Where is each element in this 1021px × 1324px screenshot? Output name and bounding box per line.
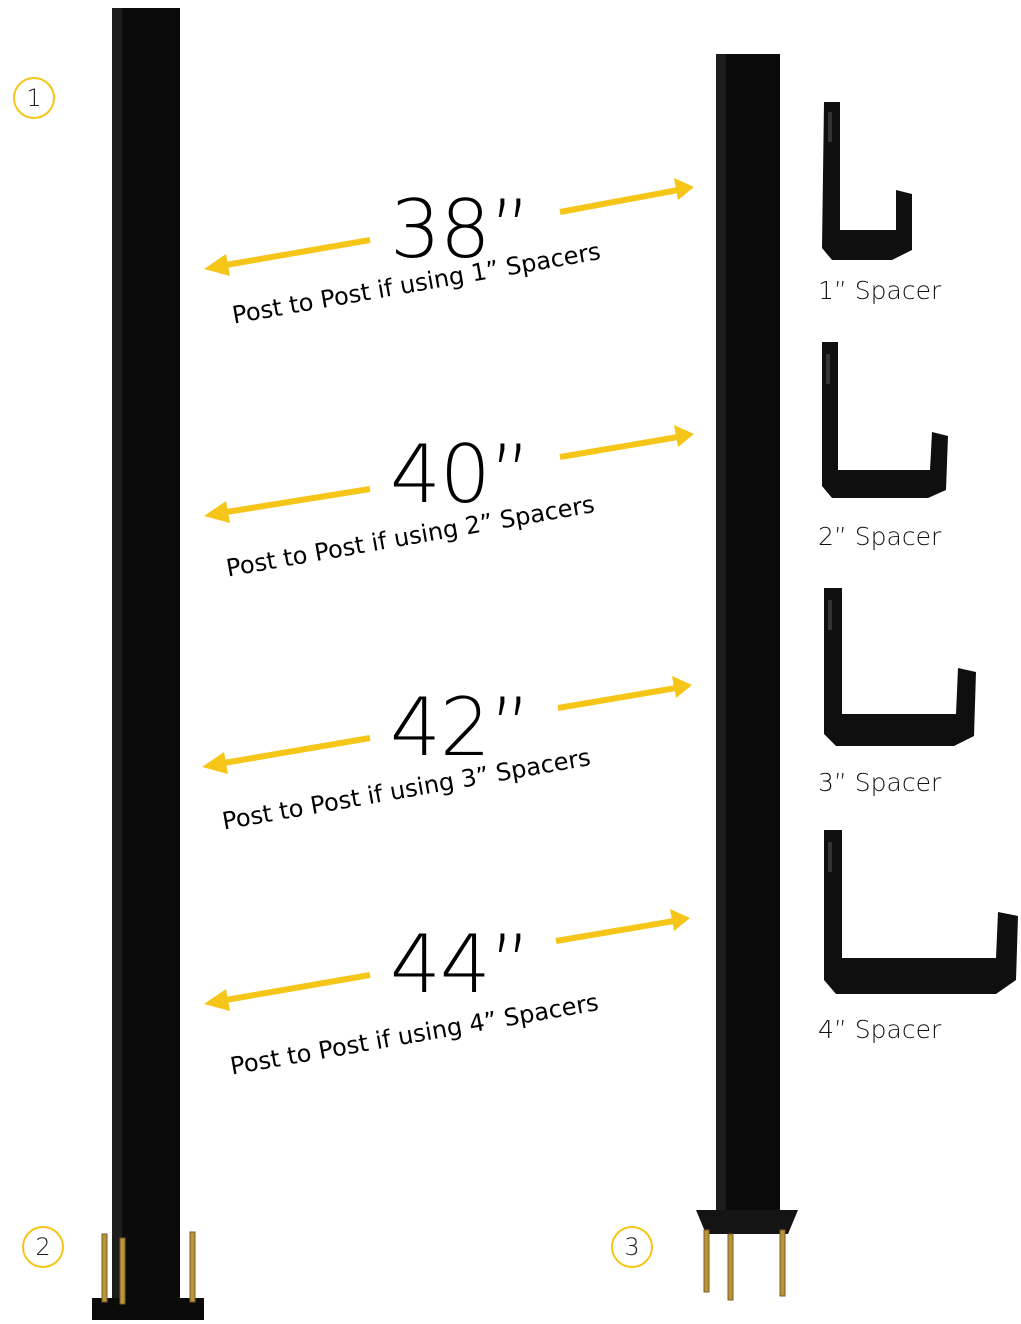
step-badge-3: 3 [611,1226,653,1268]
spacer-3-icon [824,588,976,746]
step-badge-1: 1 [13,77,55,119]
measurement-value: 44” [390,918,531,1011]
measurement-44: 44” Post to Post if using 4” Spacers [200,909,700,1081]
spacer-label: 4” Spacer [818,1015,942,1044]
screw-icon [703,1229,786,1301]
measurement-value: 40” [390,428,531,521]
spacer-label: 1” Spacer [818,276,942,305]
right-post [696,54,798,1301]
spacer-4-icon [824,830,1018,994]
measurement-38: 38” Post to Post if using 1” Spacers [200,178,700,330]
spacer-label: 2” Spacer [818,522,942,551]
spacer-2-icon [822,342,948,498]
measurement-42: 42” Post to Post if using 3” Spacers [200,676,700,836]
step-badge-2: 2 [22,1226,64,1268]
measurement-40: 40” Post to Post if using 2” Spacers [200,425,700,583]
spacer-1-icon [822,102,912,260]
spacer-label: 3” Spacer [818,768,942,797]
